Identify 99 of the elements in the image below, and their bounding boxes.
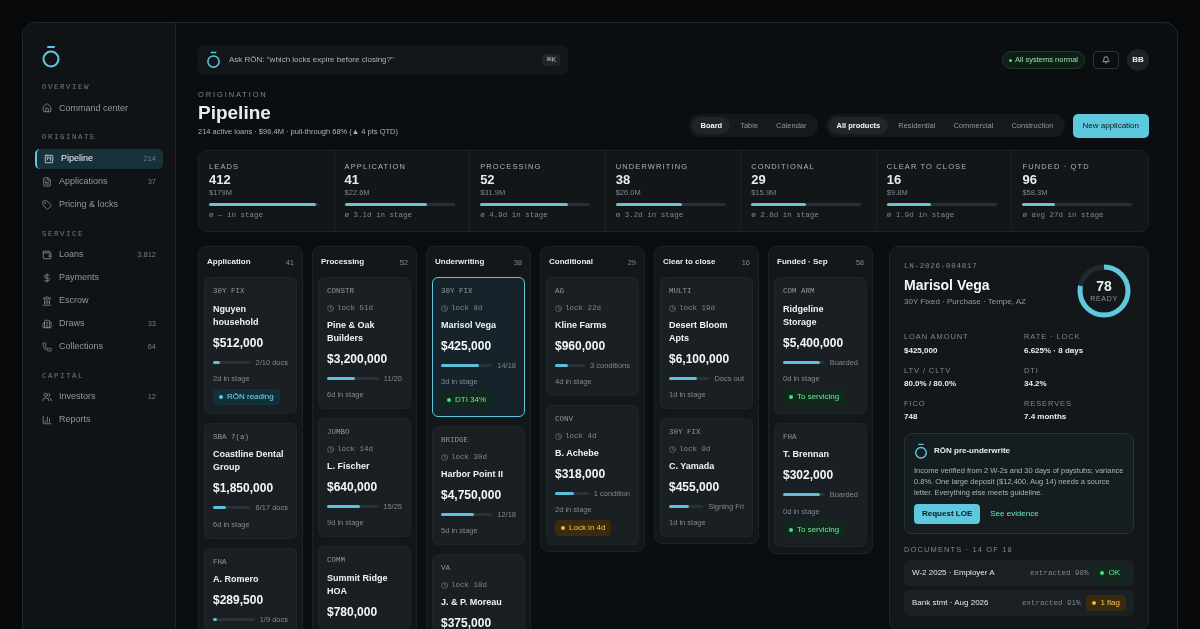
column-title: Application [207,256,251,269]
search-field[interactable]: Ask RŌN: "which locks expire before closing?" ⌘K [198,45,568,75]
borrower-name: Harbor Point II [441,467,504,481]
borrower-name: Kline Farms [555,318,608,332]
field-value: 748 [904,411,919,423]
notification-button[interactable] [1093,51,1119,69]
borrower-name: A. Romero [213,573,260,586]
column-title: Processing [321,256,365,269]
wallet-icon [42,249,52,260]
loan-amount: $289,500 [213,592,265,609]
bell-icon [1102,56,1110,64]
status-tag: To servicing [783,389,846,405]
status-tag: RŌN reading [213,389,280,405]
loan-amount: $4,750,000 [441,486,503,504]
borrower-name: Summit Ridge HOA [327,571,389,598]
loan-amount: $375,000 [441,614,493,629]
loan-amount: $302,000 [783,467,835,485]
nav-item[interactable]: Pricing & locks [35,194,163,215]
clock-icon [555,432,562,440]
ai-title: RŌN pre-underwrite [934,445,1010,458]
nav-item[interactable]: Reports [35,410,163,430]
logo-icon [41,45,61,68]
column-title: Clear to close [663,256,716,269]
status-tag: To servicing [783,521,846,538]
score-value: 78 [1096,278,1112,294]
clock-icon [669,445,676,453]
borrower-title: Marisol Vega [904,275,991,295]
loan-amount: $640,000 [327,478,379,496]
logo-icon [914,443,928,460]
loan-amount: $960,000 [555,337,607,355]
shortcut-key: ⌘K [542,54,560,66]
borrower-name: Pine & Oak Builders [327,318,376,345]
borrower-name: L. Fischer [327,459,371,473]
status-tag: Lock in 4d [555,520,612,537]
evidence-link[interactable]: See evidence [990,508,1039,521]
chart-icon [42,415,52,425]
stat-value: 412 [209,171,232,187]
document-icon [42,176,52,187]
document-name: Bank stmt · Aug 2026 [912,597,990,610]
loan-amount: $780,000 [327,603,379,621]
tag-icon [42,199,52,210]
stat-value: 96 [1022,171,1038,187]
loan-amount: $318,000 [555,465,607,483]
bank-icon [42,295,52,306]
loan-amount: $425,000 [441,337,493,355]
column-title: Funded · Sep [777,256,828,269]
status-tag: 1 flag [1086,595,1126,612]
borrower-name: Ridgeline Storage [783,302,825,329]
clock-icon [327,445,334,453]
borrower-name: Marisol Vega [441,318,498,332]
stat-value: 41 [344,171,361,187]
borrower-name: Coastline Dental Group [213,448,285,475]
loan-amount: $1,850,000 [213,480,275,498]
phone-icon [42,341,52,352]
loan-summary: 30Y Fixed · Purchase · Tempe, AZ [904,295,1026,308]
loan-amount: $6,100,000 [669,350,731,368]
status-tag: DTI 34% [441,392,493,409]
stat-value: 38 [615,171,632,187]
document-name: W-2 2025 · Employer A [912,567,996,580]
borrower-name: Desert Bloom Apts [669,318,729,345]
clock-icon [327,304,334,312]
field-value: 7.4 months [1024,411,1068,423]
field-value: 6.625% · 8 days [1024,344,1085,357]
stat-value: 52 [480,171,496,187]
clock-icon [669,304,676,312]
borrower-name: C. Yamada [669,459,716,473]
loan-amount: $455,000 [669,478,721,496]
borrower-name: J. & P. Moreau [441,595,503,609]
loan-amount: $3,200,000 [327,350,389,368]
clock-icon [441,453,448,461]
nav-item[interactable]: Payments [35,267,163,288]
logo-icon [206,51,221,69]
field-value: $425,000 [904,344,939,357]
borrower-name: T. Brennan [783,448,830,462]
loan-amount: $5,400,000 [783,334,845,352]
loan-amount: $512,000 [213,334,265,352]
new-application-button[interactable]: New application [1072,113,1149,138]
status-tag: OK [1094,565,1126,582]
stat-value: 16 [886,171,903,187]
building-icon [42,318,52,329]
field-value: 34.2% [1024,377,1048,390]
clock-icon [441,304,448,312]
column-title: Conditional [549,256,593,269]
column-title: Underwriting [435,256,485,269]
request-button[interactable]: Request LOE [914,504,981,525]
field-value: 80.0% / 80.0% [904,377,958,390]
users-icon [42,392,52,402]
board-icon [44,153,54,164]
clock-icon [555,304,562,312]
dollar-icon [42,272,52,283]
borrower-name: B. Achebe [555,446,600,460]
clock-icon [441,581,448,589]
borrower-name: Nguyen household [213,302,260,329]
page-title: Pipeline [198,101,272,126]
home-icon [42,103,52,114]
user-avatar[interactable]: BB [1127,49,1149,71]
nav-item[interactable]: Command center [35,98,163,119]
stat-value: 29 [751,171,767,187]
nav-item[interactable]: Escrow [35,290,163,311]
